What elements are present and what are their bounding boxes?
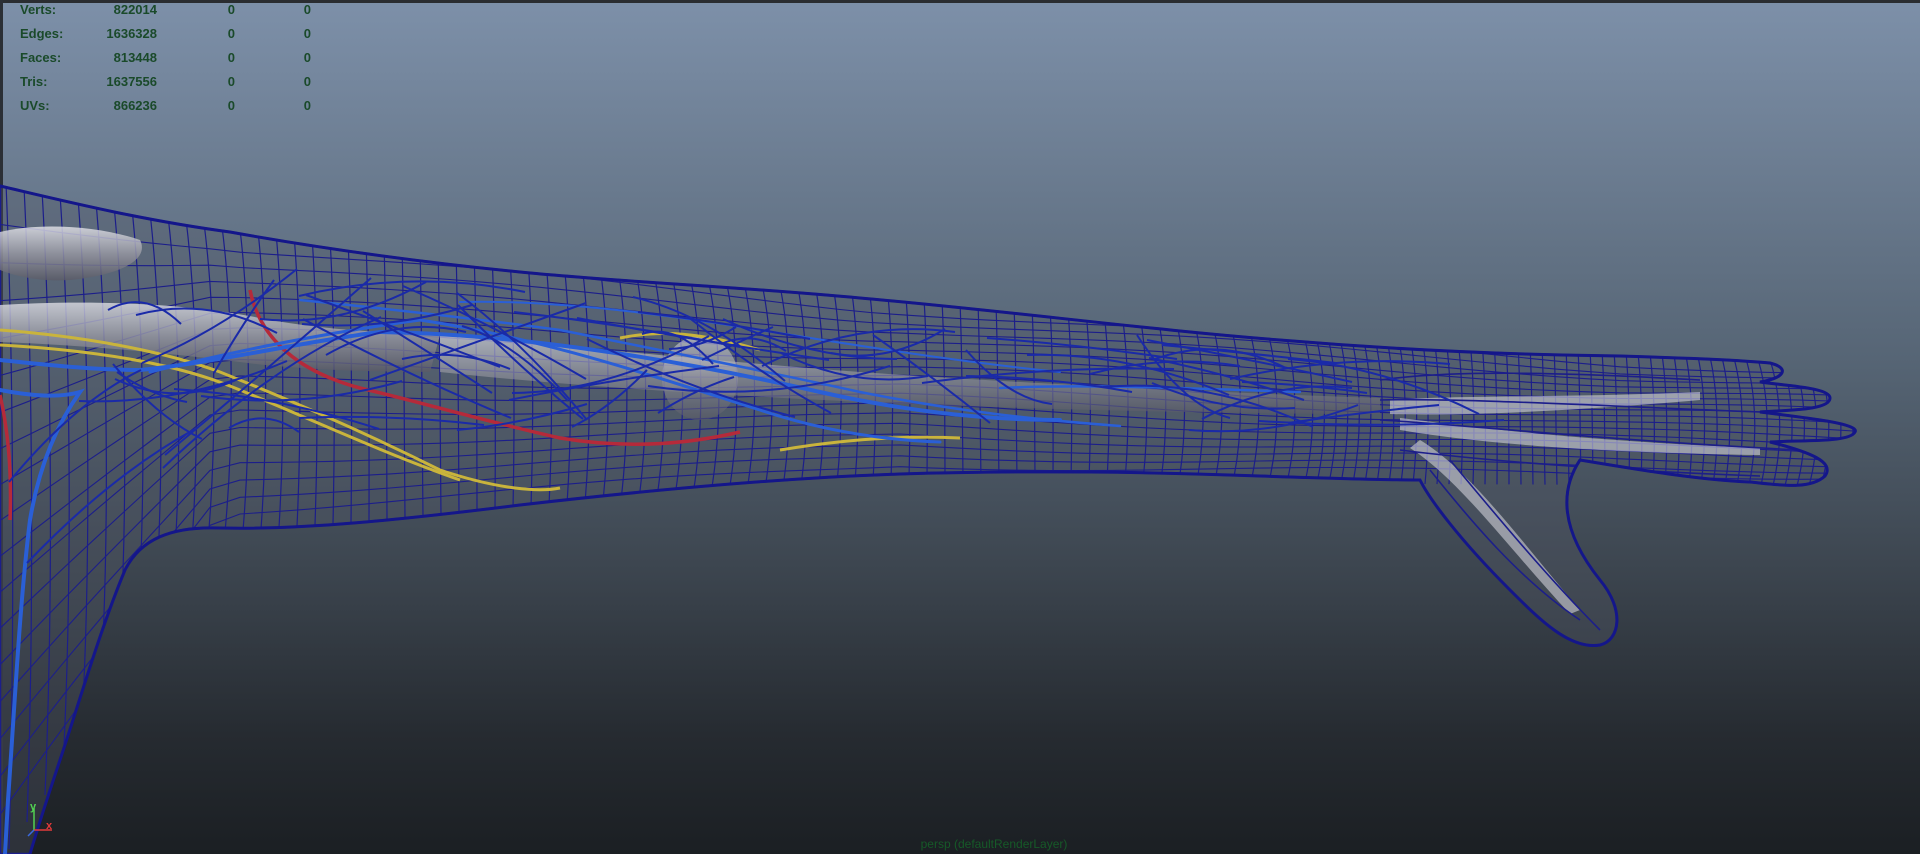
arm-wireframe-model[interactable] — [0, 0, 1920, 854]
hud-component-value: 0 — [303, 74, 311, 89]
hud-selected-value: 0 — [227, 50, 235, 65]
hud-component-value: 0 — [303, 50, 311, 65]
hud-selected-value: 0 — [227, 74, 235, 89]
hud-row-tris: Tris: 1637556 0 0 — [0, 72, 330, 96]
hud-label: Faces: — [20, 50, 62, 65]
camera-label: persp (defaultRenderLayer) — [920, 837, 1068, 851]
hud-component-value: 0 — [303, 98, 311, 113]
hud-label: UVs: — [20, 98, 50, 113]
hud-label: Edges: — [20, 26, 64, 41]
hud-total-value: 1637556 — [106, 74, 157, 89]
hud-selected-value: 0 — [227, 98, 235, 113]
axis-x-label: x — [46, 820, 53, 832]
hud-total-value: 813448 — [113, 50, 157, 65]
hud-selected-value: 0 — [227, 26, 235, 41]
hud-label: Verts: — [20, 2, 57, 17]
hud-total-value: 866236 — [113, 98, 157, 113]
arm-mesh — [0, 184, 1857, 854]
hud-row-edges: Edges: 1636328 0 0 — [0, 24, 330, 48]
poly-count-hud: Verts: 822014 0 0 Edges: 1636328 0 0 Fac… — [0, 0, 330, 120]
hud-row-faces: Faces: 813448 0 0 — [0, 48, 330, 72]
hud-selected-value: 0 — [227, 2, 235, 17]
3d-viewport[interactable]: Verts: 822014 0 0 Edges: 1636328 0 0 Fac… — [0, 0, 1920, 854]
hud-row-uvs: UVs: 866236 0 0 — [0, 96, 330, 120]
hud-row-verts: Verts: 822014 0 0 — [0, 0, 330, 24]
hud-component-value: 0 — [303, 2, 311, 17]
axis-y-label: y — [30, 801, 37, 813]
hud-total-value: 1636328 — [106, 26, 157, 41]
hud-component-value: 0 — [303, 26, 311, 41]
hud-total-value: 822014 — [113, 2, 157, 17]
hud-label: Tris: — [20, 74, 48, 89]
arm-silhouette — [0, 184, 1857, 854]
mesh-edge-loop — [1853, 363, 1856, 487]
